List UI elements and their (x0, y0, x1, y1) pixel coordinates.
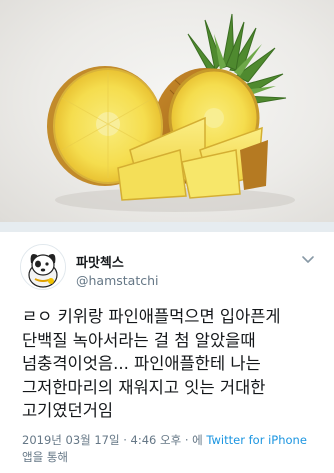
tweet-timestamp[interactable]: 2019년 03월 17일 · 4:46 오후 · 에 (22, 433, 203, 447)
display-name[interactable]: 파맛첵스 (76, 252, 124, 271)
tweet-text-line: 고기였던거임 (22, 401, 114, 420)
section-divider (0, 222, 334, 232)
dog-avatar-icon (21, 245, 65, 289)
avatar[interactable] (20, 244, 66, 290)
user-handle[interactable]: @hamstatchi (76, 273, 159, 288)
pineapple-illustration (47, 13, 295, 212)
tweet-meta: 2019년 03월 17일 · 4:46 오후 · 에 Twitter for … (22, 432, 322, 466)
tweet-text-line: 그저한마리의 재워지고 잇는 거대한 (22, 377, 266, 397)
tweet-text-line: 넘충격이엇음... 파인애플한테 나는 (22, 354, 261, 373)
chevron-down-icon (302, 256, 314, 263)
tweet-text-line: 단백질 녹아서라는 걸 첨 알았을때 (22, 330, 256, 350)
tweet-photo-pineapple[interactable] (0, 0, 334, 222)
source-suffix: 앱을 통해 (22, 450, 68, 464)
source-link[interactable]: Twitter for iPhone (206, 433, 307, 447)
tweet-card: 파맛첵스 @hamstatchi ㄹㅇ 키위랑 파인애플먹으면 입아픈게 단백질… (0, 232, 334, 473)
tweet-text-line: ㄹㅇ 키위랑 파인애플먹으면 입아픈게 (22, 307, 281, 326)
tweet-text: ㄹㅇ 키위랑 파인애플먹으면 입아픈게 단백질 녹아서라는 걸 첨 알았을때 넘… (22, 305, 322, 423)
tweet-menu-button[interactable] (300, 252, 316, 266)
